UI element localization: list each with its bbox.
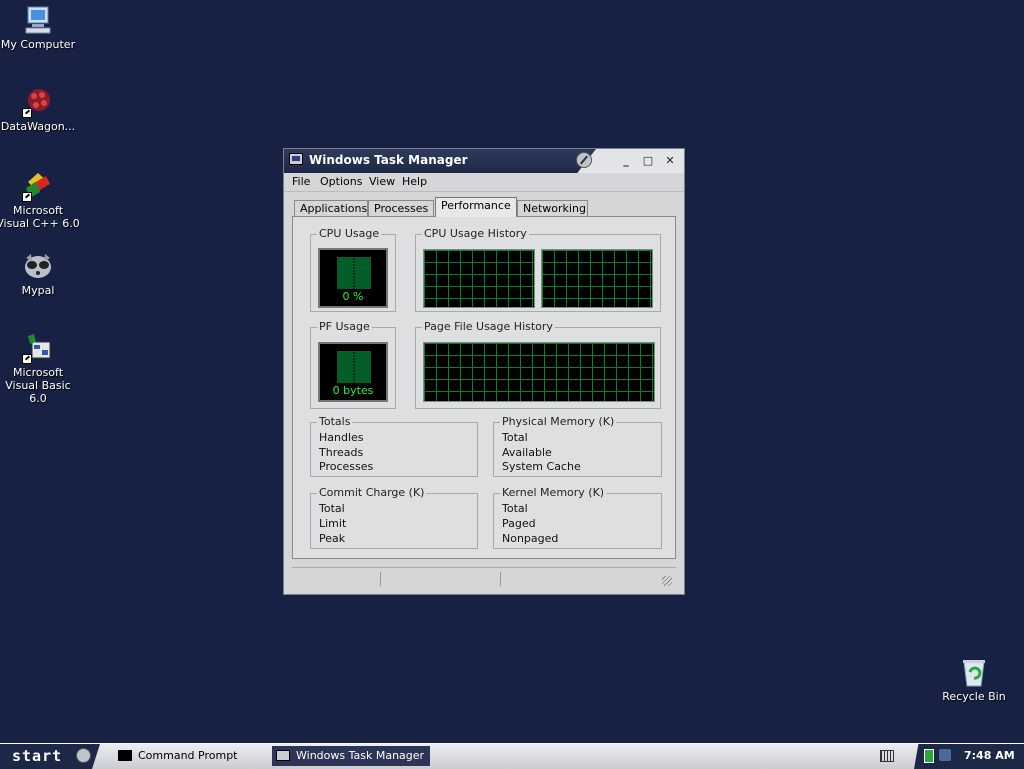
- totals-threads: Threads: [319, 446, 364, 459]
- physical-memory-label: Physical Memory (K): [500, 415, 617, 428]
- task-windows-task-manager[interactable]: Windows Task Manager: [272, 746, 430, 766]
- kernel-memory-paged: Paged: [502, 517, 536, 530]
- status-bar: [292, 567, 676, 588]
- desktop-icon-label: Microsoft Visual C++ 6.0: [0, 204, 80, 230]
- physical-memory-total: Total: [502, 431, 528, 444]
- desktop-icon-label: DataWagon...: [0, 120, 76, 133]
- visual-basic-icon: [22, 332, 54, 364]
- maximize-button[interactable]: □: [640, 153, 656, 169]
- cpu-usage-meter: 0 %: [318, 248, 388, 308]
- desktop-icon-label: Mypal: [21, 284, 55, 297]
- desktop-icon-visual-basic[interactable]: Microsoft Visual Basic 6.0: [0, 332, 80, 405]
- menu-help[interactable]: Help: [402, 175, 427, 188]
- window-title: Windows Task Manager: [309, 153, 468, 167]
- network-icon[interactable]: [939, 749, 951, 761]
- kernel-memory-label: Kernel Memory (K): [500, 486, 607, 499]
- tab-processes[interactable]: Processes: [368, 200, 434, 216]
- desktop-icon-label: Recycle Bin: [942, 690, 1006, 703]
- system-tray: 7:48 AM: [914, 744, 1024, 769]
- kernel-memory-group: Kernel Memory (K) Total Paged Nonpaged: [493, 486, 662, 549]
- desktop-icon-visual-cpp[interactable]: Microsoft Visual C++ 6.0: [0, 170, 80, 230]
- shortcut-arrow-icon: [22, 192, 32, 202]
- cpu-usage-group: CPU Usage 0 %: [310, 227, 396, 312]
- taskbar: start Command Prompt Windows Task Manage…: [0, 743, 1024, 769]
- menu-view[interactable]: View: [369, 175, 395, 188]
- performance-panel: CPU Usage 0 % CPU Usage History PF Usage…: [292, 216, 676, 559]
- commit-charge-total: Total: [319, 502, 345, 515]
- pf-history-graph: [423, 342, 655, 402]
- desktop-icon-recycle-bin[interactable]: Recycle Bin: [932, 656, 1016, 703]
- physical-memory-group: Physical Memory (K) Total Available Syst…: [493, 415, 662, 477]
- task-label: Command Prompt: [138, 749, 238, 762]
- commit-charge-label: Commit Charge (K): [317, 486, 427, 499]
- totals-group: Totals Handles Threads Processes: [310, 415, 478, 477]
- desktop-icon-mypal[interactable]: Mypal: [0, 250, 80, 297]
- cpu-history-graph-1: [423, 249, 535, 308]
- commit-charge-group: Commit Charge (K) Total Limit Peak: [310, 486, 478, 549]
- kernel-memory-nonpaged: Nonpaged: [502, 532, 559, 545]
- close-button[interactable]: ✕: [662, 153, 678, 169]
- resize-grip[interactable]: [662, 576, 672, 586]
- start-orb-icon: [76, 748, 91, 763]
- desktop-icon-label: Microsoft Visual Basic 6.0: [5, 366, 71, 405]
- pf-meter-bars: [337, 351, 371, 383]
- menu-file[interactable]: File: [292, 175, 310, 188]
- pf-usage-value: 0 bytes: [332, 384, 374, 397]
- physical-memory-available: Available: [502, 446, 552, 459]
- tab-performance[interactable]: Performance: [435, 197, 517, 217]
- status-separator: [380, 572, 381, 586]
- pf-usage-meter: 0 bytes: [318, 342, 388, 402]
- tab-applications[interactable]: Applications: [294, 200, 368, 216]
- keyboard-icon[interactable]: [880, 750, 894, 762]
- recycle-bin-icon: [958, 656, 990, 688]
- desktop-icon-datawagon[interactable]: DataWagon...: [0, 86, 80, 133]
- computer-icon: [22, 4, 54, 36]
- commit-charge-limit: Limit: [319, 517, 347, 530]
- cpu-history-group: CPU Usage History: [415, 227, 661, 312]
- visual-cpp-icon: [22, 170, 54, 202]
- menu-bar: File Options View Help: [284, 173, 684, 192]
- commit-charge-peak: Peak: [319, 532, 346, 545]
- title-bar[interactable]: Windows Task Manager _ □ ✕: [284, 149, 684, 173]
- kernel-memory-total: Total: [502, 502, 528, 515]
- cpu-history-graph-2: [541, 249, 653, 308]
- cpu-meter-bars: [337, 257, 371, 289]
- task-manager-icon: [276, 750, 290, 761]
- shortcut-arrow-icon: [22, 108, 32, 118]
- start-label: start: [12, 747, 63, 765]
- pf-history-group: Page File Usage History: [415, 320, 661, 409]
- rollup-button[interactable]: [576, 152, 592, 168]
- pf-history-label: Page File Usage History: [422, 320, 555, 333]
- task-manager-tray-icon[interactable]: [924, 749, 934, 763]
- desktop-icon-label: My Computer: [0, 38, 76, 51]
- command-prompt-icon: [118, 750, 132, 761]
- task-manager-icon: [289, 153, 303, 165]
- pf-usage-group: PF Usage 0 bytes: [310, 320, 396, 409]
- minimize-button[interactable]: _: [618, 153, 634, 169]
- totals-label: Totals: [317, 415, 353, 428]
- pf-usage-label: PF Usage: [317, 320, 372, 333]
- task-label: Windows Task Manager: [296, 749, 425, 762]
- totals-handles: Handles: [319, 431, 364, 444]
- desktop-icon-my-computer[interactable]: My Computer: [0, 4, 80, 51]
- cpu-history-label: CPU Usage History: [422, 227, 529, 240]
- mypal-icon: [22, 250, 54, 282]
- start-button[interactable]: start: [0, 744, 100, 769]
- cpu-usage-value: 0 %: [342, 290, 364, 303]
- task-command-prompt[interactable]: Command Prompt: [114, 746, 264, 766]
- shortcut-arrow-icon: [22, 354, 32, 364]
- menu-options[interactable]: Options: [320, 175, 362, 188]
- cpu-usage-label: CPU Usage: [317, 227, 382, 240]
- tab-networking[interactable]: Networking: [517, 200, 588, 216]
- clock[interactable]: 7:48 AM: [964, 749, 1015, 762]
- datawagon-icon: [22, 86, 54, 118]
- task-manager-window: Windows Task Manager _ □ ✕ File Options …: [283, 148, 685, 595]
- status-separator: [500, 572, 501, 586]
- physical-memory-system-cache: System Cache: [502, 460, 581, 473]
- totals-processes: Processes: [319, 460, 374, 473]
